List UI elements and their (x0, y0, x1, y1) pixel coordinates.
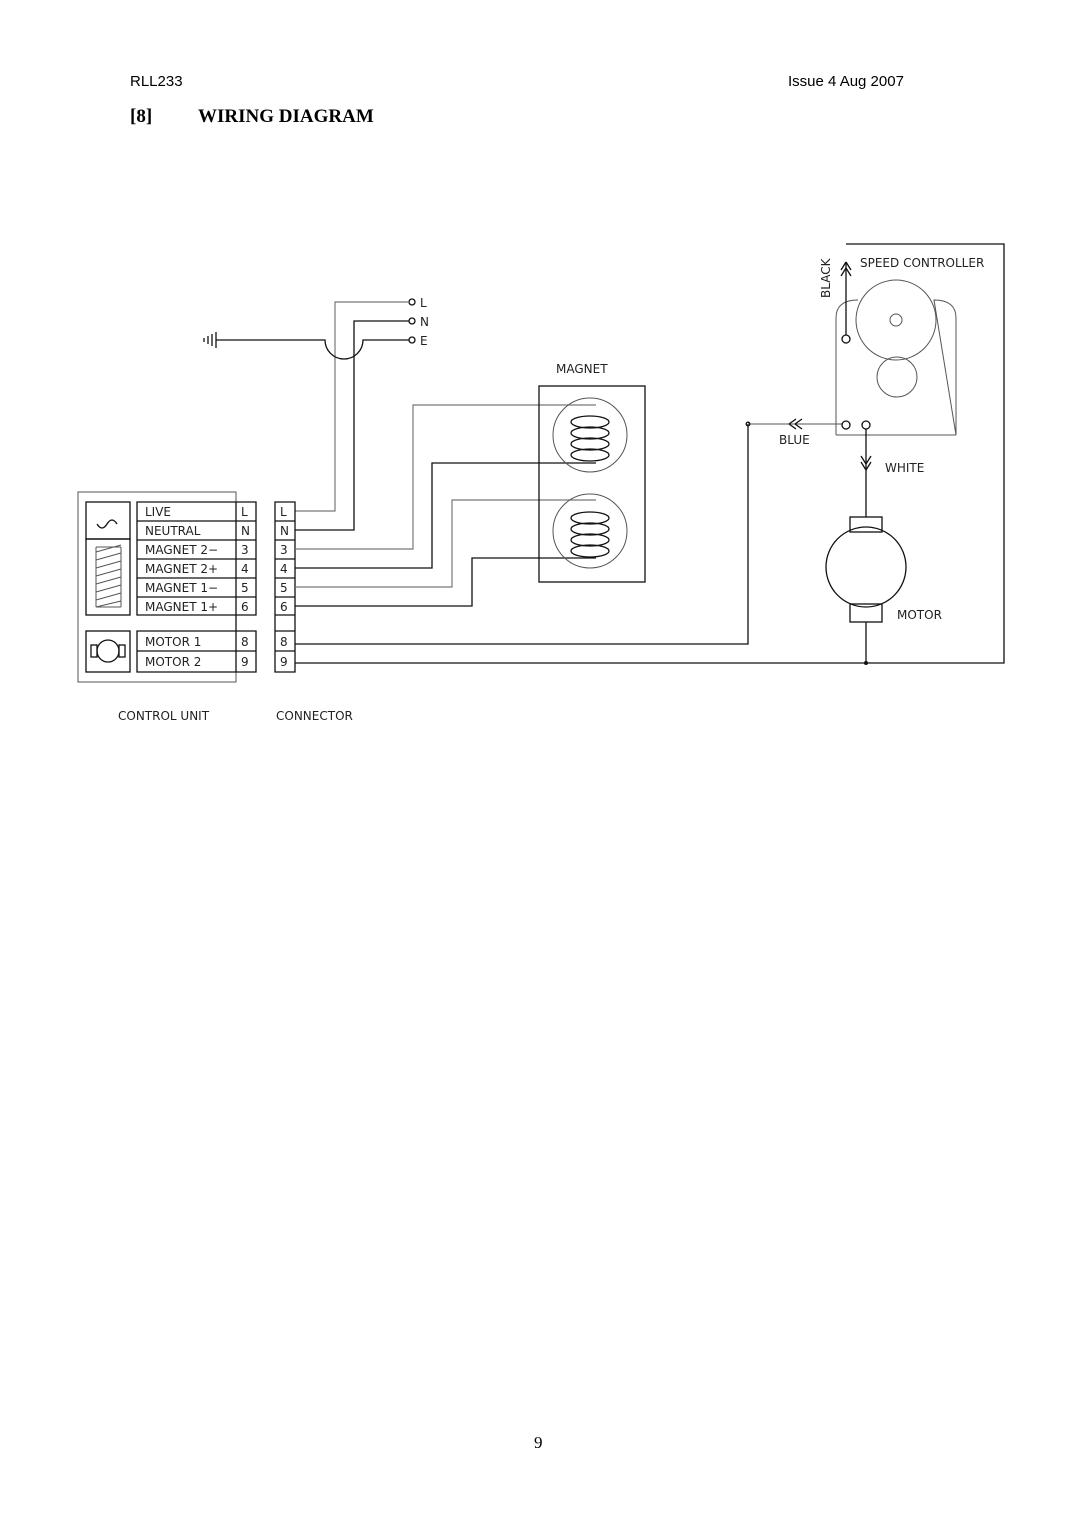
ac-supply-icon (85, 501, 131, 540)
speed-controller-label: SPEED CONTROLLER (860, 256, 984, 270)
supply-terminals: L N E (408, 296, 429, 348)
terminal-e-label: E (420, 334, 428, 348)
terminal-e (408, 336, 416, 344)
control-unit-label: CONTROL UNIT (118, 709, 210, 723)
white-wire-label: WHITE (885, 461, 924, 475)
motor-label: MOTOR (897, 608, 942, 622)
row-pin: 8 (241, 635, 249, 649)
row-label: MAGNET 2+ (145, 562, 218, 576)
row-label: LIVE (145, 505, 171, 519)
coil-1-icon (552, 397, 628, 473)
connector-pin: 6 (280, 600, 288, 614)
wire-earth (216, 339, 409, 360)
terminal-n-label: N (420, 315, 429, 329)
wire-magnet-2-plus (295, 462, 596, 569)
row-label: MOTOR 1 (145, 635, 201, 649)
row-pin: L (241, 505, 248, 519)
control-unit: LIVE NEUTRAL MAGNET 2− MAGNET 2+ MAGNET … (77, 491, 257, 723)
row-pin: 4 (241, 562, 249, 576)
connector-pin: 5 (280, 581, 288, 595)
terminal-l-label: L (420, 296, 427, 310)
connector-pin: N (280, 524, 289, 538)
connector-pin: 3 (280, 543, 288, 557)
row-pin: 5 (241, 581, 249, 595)
motor-icon (825, 526, 907, 608)
row-label: NEUTRAL (145, 524, 201, 538)
connector-pin: 9 (280, 655, 288, 669)
magnet: MAGNET (538, 362, 646, 583)
blue-wire-label: BLUE (779, 433, 810, 447)
terminal-n (408, 317, 416, 325)
row-pin: N (241, 524, 250, 538)
connector-pin: 4 (280, 562, 288, 576)
row-label: MAGNET 1+ (145, 600, 218, 614)
motor-small-icon (85, 630, 131, 673)
wire-neutral (295, 320, 409, 531)
coil-2-icon (552, 493, 628, 569)
connector: L N 3 4 5 6 8 9 CONNECTOR (274, 501, 353, 723)
row-label: MAGNET 2− (145, 543, 218, 557)
wire-magnet-1-minus (295, 499, 596, 588)
wire-magnet-2-minus (295, 404, 596, 550)
row-pin: 3 (241, 543, 249, 557)
black-wire-label: BLACK (819, 257, 833, 298)
row-pin: 9 (241, 655, 249, 669)
row-pin: 6 (241, 600, 249, 614)
magnet-label: MAGNET (556, 362, 608, 376)
wiring-diagram: L N E LIVE NEUTRAL MAGNET 2− MAGNET 2+ M… (77, 243, 1005, 723)
wire-live (295, 301, 409, 512)
page-number: 9 (534, 1433, 543, 1452)
wire-motor-1 (295, 424, 749, 645)
motor: WHITE MOTOR (825, 429, 942, 663)
terminal-l (408, 298, 416, 306)
connector-pin: 8 (280, 635, 288, 649)
connector-pin: L (280, 505, 287, 519)
earth-icon (203, 332, 217, 348)
coil-icon (85, 538, 131, 616)
connector-label: CONNECTOR (276, 709, 353, 723)
row-label: MOTOR 2 (145, 655, 201, 669)
row-label: MAGNET 1− (145, 581, 218, 595)
speed-controller: SPEED CONTROLLER BLACK (819, 256, 984, 436)
wire-motor-2 (295, 243, 1005, 664)
